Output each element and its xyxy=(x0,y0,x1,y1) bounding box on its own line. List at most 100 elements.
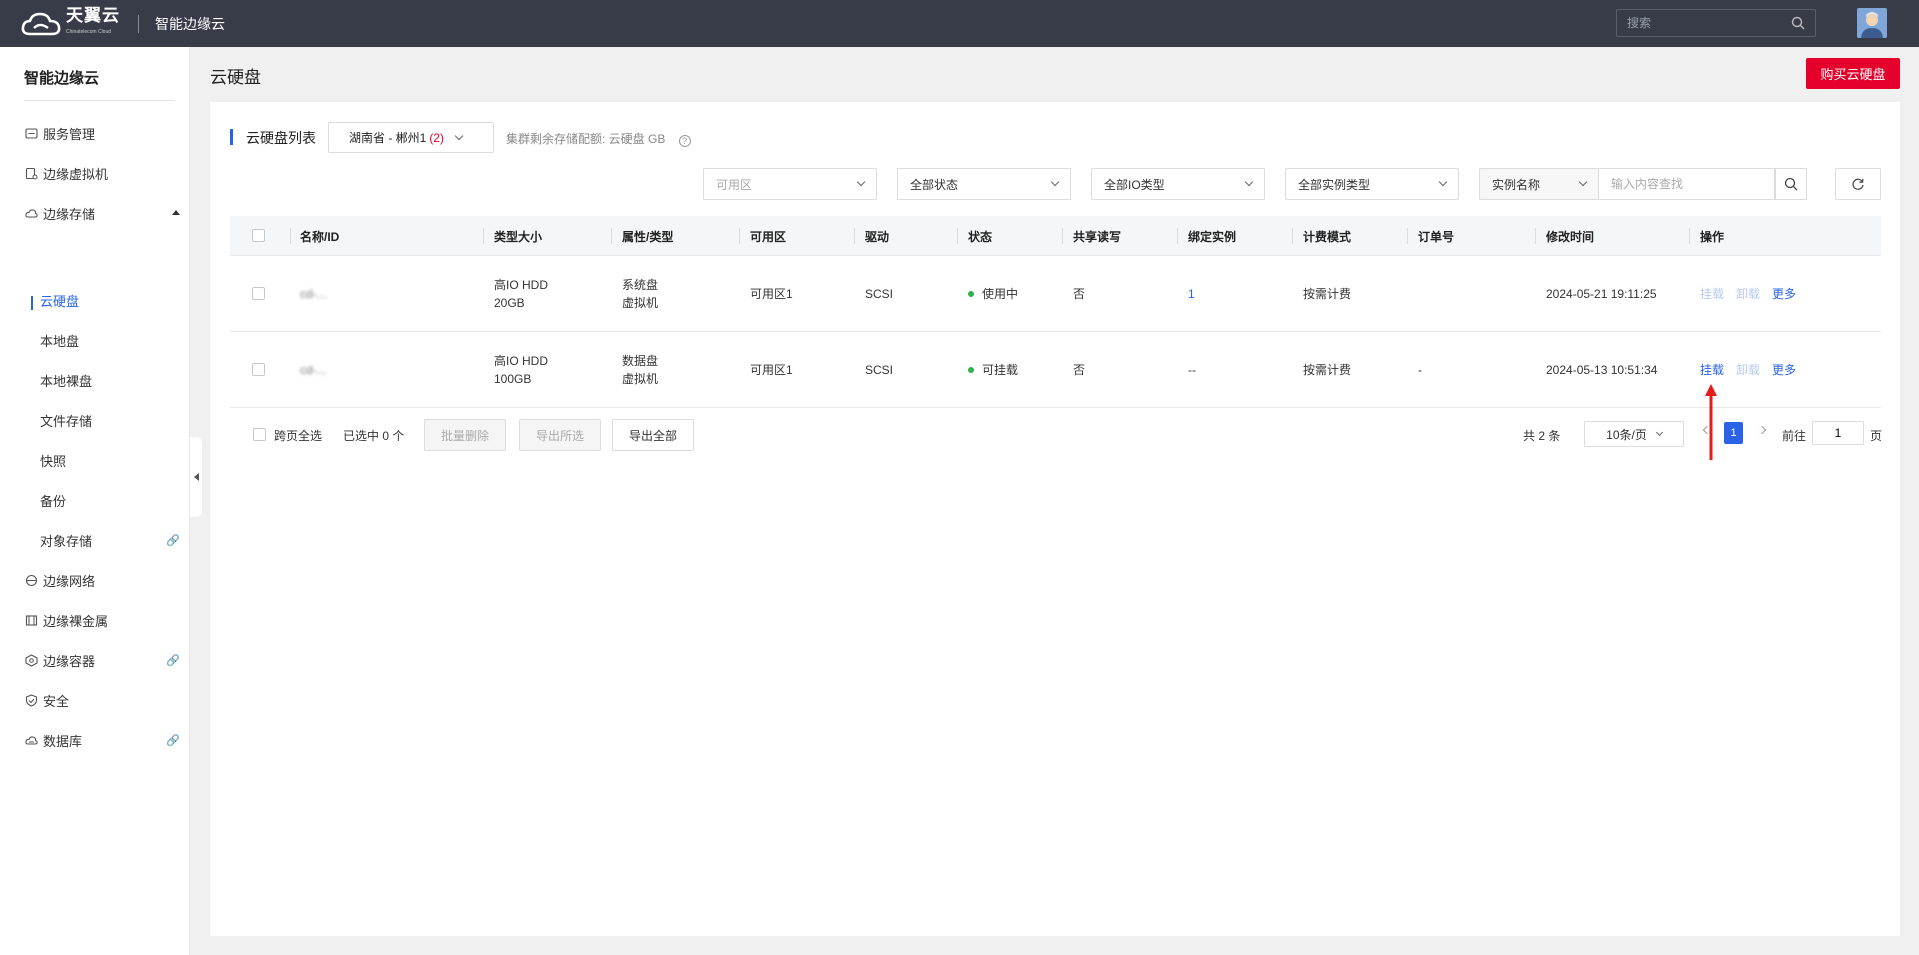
column-separator xyxy=(1062,228,1063,244)
disk-billing: 按需计费 xyxy=(1303,287,1352,301)
column-header-type-size[interactable]: 类型大小 xyxy=(494,228,542,245)
database-icon xyxy=(24,733,38,747)
column-header-shared[interactable]: 共享读写 xyxy=(1073,228,1121,245)
selected-count: 已选中 0 个 xyxy=(343,429,405,443)
status-dot-icon xyxy=(968,367,974,373)
select-all-checkbox[interactable] xyxy=(252,229,265,242)
column-header-attr[interactable]: 属性/类型 xyxy=(622,228,673,245)
status-filter[interactable]: 全部状态 xyxy=(897,168,1071,200)
mount-action[interactable]: 挂载 xyxy=(1700,285,1724,302)
export-all-button[interactable]: 导出全部 xyxy=(612,419,694,451)
total-count: 共 2 条 xyxy=(1523,429,1561,443)
sidebar-item-local-raw-disk[interactable]: 本地裸盘 xyxy=(40,370,180,390)
user-avatar[interactable] xyxy=(1857,8,1887,38)
sidebar-item-database[interactable]: 数据库 🔗 xyxy=(24,730,180,750)
column-header-instance[interactable]: 绑定实例 xyxy=(1188,228,1236,245)
chevron-down-icon xyxy=(856,177,866,187)
chevron-down-icon xyxy=(1050,177,1060,187)
batch-delete-button[interactable]: 批量删除 xyxy=(424,419,506,451)
sidebar-divider xyxy=(24,100,174,101)
sidebar-item-service-management[interactable]: 服务管理 xyxy=(24,123,180,143)
logo[interactable]: 天翼云 Chinatelecom Cloud xyxy=(20,7,120,41)
column-header-billing[interactable]: 计费模式 xyxy=(1303,228,1351,245)
zone-filter[interactable]: 可用区 xyxy=(703,168,877,200)
search-box xyxy=(1599,168,1775,200)
disk-type: 高IO HDD xyxy=(494,278,549,292)
sidebar-item-cloud-disk[interactable]: 云硬盘 xyxy=(40,290,180,310)
column-separator xyxy=(1535,228,1536,244)
refresh-button[interactable] xyxy=(1835,168,1881,200)
column-header-modified[interactable]: 修改时间 xyxy=(1546,228,1594,245)
column-separator xyxy=(483,228,484,244)
table-header: 名称/ID 类型大小 属性/类型 可用区 驱动 状态 共享读写 绑定实例 计费模… xyxy=(230,216,1881,256)
sidebar-title: 智能边缘云 xyxy=(24,70,100,87)
sidebar-item-edge-network[interactable]: 边缘网络 xyxy=(24,570,180,590)
column-header-order[interactable]: 订单号 xyxy=(1418,228,1454,245)
status-filter-label: 全部状态 xyxy=(910,177,959,192)
disk-name[interactable]: cd-... xyxy=(300,361,327,379)
sidebar-item-label: 边缘存储 xyxy=(43,206,96,222)
product-name: 智能边缘云 xyxy=(155,15,225,32)
search-icon[interactable] xyxy=(1791,16,1805,30)
row-checkbox[interactable] xyxy=(252,287,265,300)
search-input[interactable] xyxy=(1611,177,1751,191)
column-header-driver[interactable]: 驱动 xyxy=(865,228,889,245)
cross-page-select-checkbox[interactable] xyxy=(253,428,266,441)
sidebar-item-edge-container[interactable]: 边缘容器 🔗 xyxy=(24,650,180,670)
sidebar-item-snapshot[interactable]: 快照 xyxy=(40,450,180,470)
more-action[interactable]: 更多 xyxy=(1772,361,1796,378)
bound-instance-link[interactable]: 1 xyxy=(1188,285,1195,303)
caret-up-icon xyxy=(172,210,180,215)
instance-type-filter[interactable]: 全部实例类型 xyxy=(1285,168,1459,200)
search-button[interactable] xyxy=(1775,168,1807,200)
page-size-select[interactable]: 10条/页 xyxy=(1584,421,1684,447)
sidebar-item-edge-bare-metal[interactable]: 边缘裸金属 xyxy=(24,610,180,630)
sidebar-item-edge-vm[interactable]: 边缘虚拟机 xyxy=(24,163,180,183)
row-checkbox[interactable] xyxy=(252,363,265,376)
page-size-label: 10条/页 xyxy=(1606,427,1647,442)
disk-type: 高IO HDD xyxy=(494,354,549,368)
mount-action[interactable]: 挂载 xyxy=(1700,361,1724,378)
container-icon xyxy=(24,653,38,667)
io-type-filter[interactable]: 全部IO类型 xyxy=(1091,168,1265,200)
table-row: cd-... 高IO HDD 20GB 系统盘 虚拟机 可用区1 SCSI 使用… xyxy=(230,256,1881,332)
unmount-action[interactable]: 卸载 xyxy=(1736,361,1760,378)
page-number-current[interactable]: 1 xyxy=(1724,422,1743,444)
goto-page-input[interactable] xyxy=(1812,421,1864,445)
sidebar-item-object-storage[interactable]: 对象存储 🔗 xyxy=(40,530,180,550)
help-icon[interactable]: ? xyxy=(678,135,691,147)
search-field-label: 实例名称 xyxy=(1492,177,1541,192)
more-action[interactable]: 更多 xyxy=(1772,285,1796,302)
disk-name[interactable]: cd-... xyxy=(300,285,327,303)
global-search-input[interactable] xyxy=(1627,16,1791,30)
next-page-icon[interactable] xyxy=(1757,425,1767,435)
disk-driver: SCSI xyxy=(865,363,894,377)
sidebar-item-security[interactable]: 安全 xyxy=(24,690,180,710)
page-title: 云硬盘 xyxy=(210,68,261,87)
collapse-arrow-icon xyxy=(193,473,199,481)
export-selected-button[interactable]: 导出所选 xyxy=(519,419,601,451)
chevron-down-icon xyxy=(1655,428,1663,436)
column-header-status[interactable]: 状态 xyxy=(968,228,992,245)
global-search xyxy=(1616,9,1816,37)
column-header-zone[interactable]: 可用区 xyxy=(750,228,786,245)
sidebar-item-backup[interactable]: 备份 xyxy=(40,490,180,510)
status-label: 可挂载 xyxy=(982,363,1019,377)
list-title: 云硬盘列表 xyxy=(246,130,316,146)
column-header-name[interactable]: 名称/ID xyxy=(300,228,339,245)
region-select[interactable]: 湖南省 - 郴州1 (2) xyxy=(328,122,494,153)
cross-page-select-label[interactable]: 跨页全选 xyxy=(274,427,322,444)
search-field-select[interactable]: 实例名称 xyxy=(1479,168,1599,200)
sidebar-item-file-storage[interactable]: 文件存储 xyxy=(40,410,180,430)
sidebar-item-edge-storage[interactable]: 边缘存储 xyxy=(24,203,180,223)
shield-icon xyxy=(24,693,38,707)
sidebar-item-label: 服务管理 xyxy=(43,126,96,142)
column-separator xyxy=(1292,228,1293,244)
disk-modified: 2024-05-13 10:51:34 xyxy=(1546,363,1658,377)
sidebar-collapse-toggle[interactable] xyxy=(190,437,202,517)
sidebar-item-local-disk[interactable]: 本地盘 xyxy=(40,330,180,350)
chevron-down-icon xyxy=(1438,177,1448,187)
unmount-action[interactable]: 卸载 xyxy=(1736,285,1760,302)
buy-cloud-disk-button[interactable]: 购买云硬盘 xyxy=(1806,58,1900,89)
service-icon xyxy=(24,126,38,140)
